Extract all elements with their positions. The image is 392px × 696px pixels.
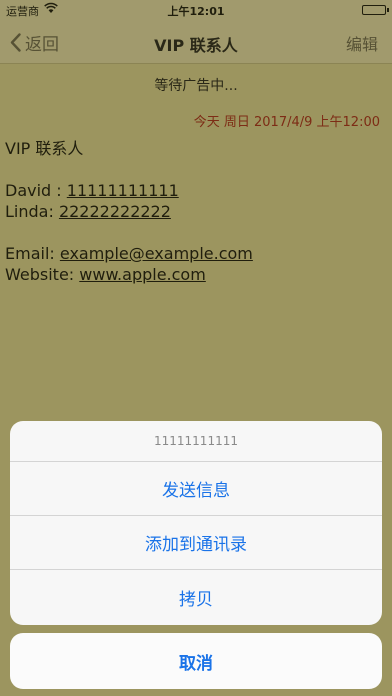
send-message-button[interactable]: 发送信息 [10,462,382,516]
copy-button[interactable]: 拷贝 [10,570,382,624]
action-sheet-title: 11111111111 [10,421,382,462]
add-to-contacts-button[interactable]: 添加到通讯录 [10,516,382,570]
cancel-button[interactable]: 取消 [10,633,382,689]
action-sheet: 11111111111 发送信息 添加到通讯录 拷贝 [10,421,382,625]
